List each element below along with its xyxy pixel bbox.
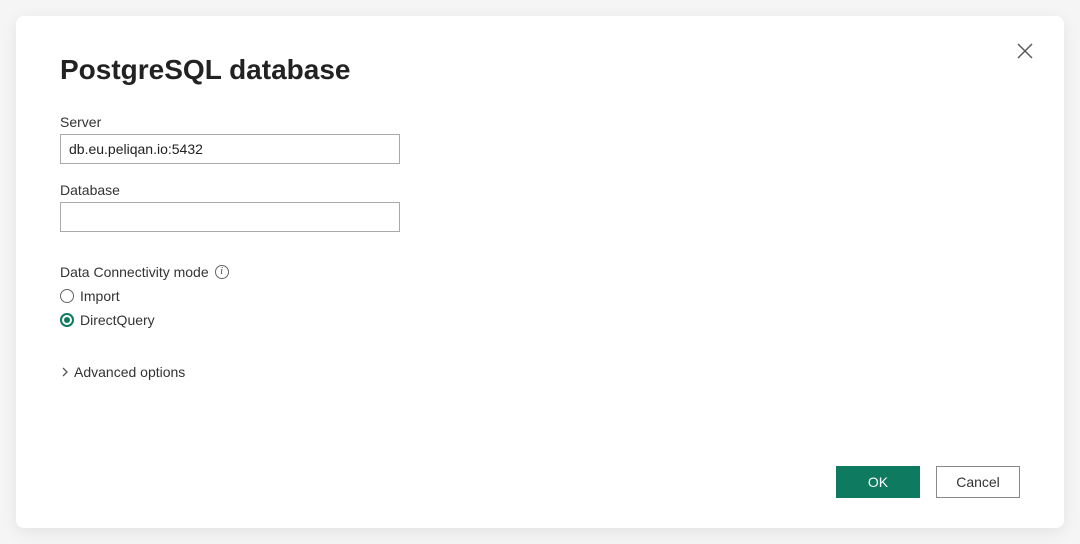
database-label: Database: [60, 182, 1020, 198]
radio-directquery-label: DirectQuery: [80, 312, 155, 328]
server-label: Server: [60, 114, 1020, 130]
server-field-group: Server: [60, 114, 1020, 164]
radio-dot-icon: [64, 317, 70, 323]
cancel-button[interactable]: Cancel: [936, 466, 1020, 498]
radio-import[interactable]: Import: [60, 288, 1020, 304]
radio-circle-icon: [60, 289, 74, 303]
close-icon: [1016, 42, 1034, 60]
dialog-title: PostgreSQL database: [60, 54, 1020, 86]
postgresql-database-dialog: PostgreSQL database Server Database Data…: [16, 16, 1064, 528]
chevron-right-icon: [60, 366, 70, 378]
ok-button[interactable]: OK: [836, 466, 920, 498]
info-icon[interactable]: i: [215, 265, 229, 279]
advanced-options-label: Advanced options: [74, 364, 185, 380]
advanced-options-toggle[interactable]: Advanced options: [60, 364, 1020, 380]
connectivity-mode-label: Data Connectivity mode: [60, 264, 209, 280]
database-input[interactable]: [60, 202, 400, 232]
dialog-button-row: OK Cancel: [60, 466, 1020, 498]
radio-import-label: Import: [80, 288, 120, 304]
radio-selected-icon: [60, 313, 74, 327]
close-button[interactable]: [1016, 42, 1034, 60]
radio-directquery[interactable]: DirectQuery: [60, 312, 1020, 328]
server-input[interactable]: [60, 134, 400, 164]
database-field-group: Database: [60, 182, 1020, 232]
connectivity-mode-section: Data Connectivity mode i Import DirectQu…: [60, 264, 1020, 336]
connectivity-mode-label-row: Data Connectivity mode i: [60, 264, 1020, 280]
